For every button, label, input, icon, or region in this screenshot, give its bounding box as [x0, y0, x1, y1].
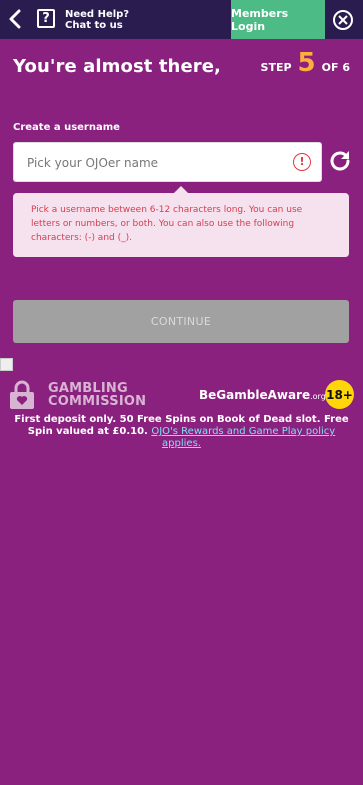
- question-box-icon[interactable]: ?: [37, 9, 55, 28]
- close-icon[interactable]: [333, 10, 353, 30]
- chevron-left-icon[interactable]: [8, 9, 22, 29]
- warning-icon: !: [293, 153, 311, 171]
- help-line-2: Chat to us: [65, 20, 123, 31]
- members-login-button[interactable]: Members Login: [231, 0, 325, 39]
- age-18-badge: 18+: [325, 380, 354, 409]
- username-hint-tooltip: Pick a username between 6-12 characters …: [13, 193, 349, 257]
- refresh-icon[interactable]: [327, 148, 353, 174]
- begambleaware-logo[interactable]: BeGambleAware.org®: [199, 388, 332, 402]
- bga-text: BeGambleAware: [199, 388, 311, 402]
- help-chat-link[interactable]: Need Help? Chat to us: [65, 9, 129, 31]
- gambling-commission-text: GAMBLING COMMISSION: [48, 382, 146, 408]
- padlock-heart-icon: [10, 380, 34, 409]
- username-field[interactable]: !: [13, 142, 322, 183]
- bga-org: .org: [310, 392, 326, 401]
- help-line-1: Need Help?: [65, 9, 130, 20]
- step-number: 5: [297, 48, 316, 78]
- step-total: OF 6: [321, 61, 350, 74]
- step-indicator: STEP 5 OF 6: [261, 50, 350, 76]
- page-title: You're almost there,: [13, 56, 221, 77]
- step-label: STEP: [260, 61, 292, 74]
- gambling-commission-logo[interactable]: GAMBLING COMMISSION: [8, 380, 146, 410]
- continue-button[interactable]: CONTINUE: [13, 300, 349, 343]
- terms-text: First deposit only. 50 Free Spins on Boo…: [8, 414, 355, 450]
- username-input[interactable]: [25, 143, 289, 183]
- broken-image: [0, 358, 13, 371]
- gc-line-2: COMMISSION: [48, 394, 147, 409]
- username-label: Create a username: [13, 122, 120, 133]
- top-bar: ? Need Help? Chat to us Members Login: [0, 0, 363, 39]
- rewards-policy-link[interactable]: OJO's Rewards and Game Play policy appli…: [151, 426, 335, 449]
